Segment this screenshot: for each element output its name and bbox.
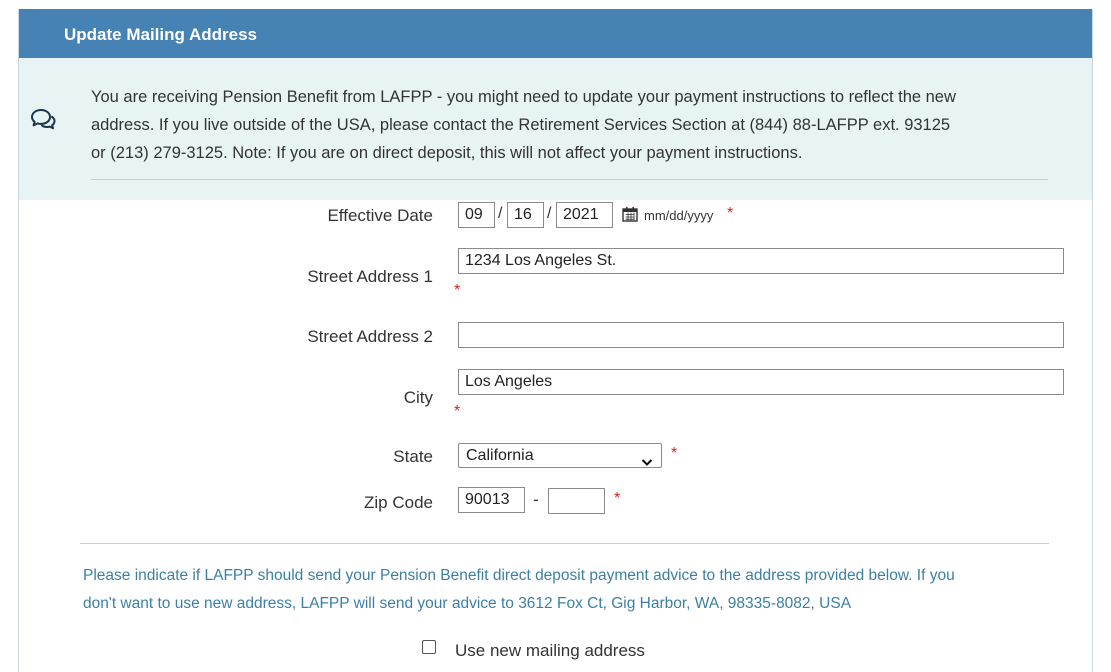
state-label: State [393,447,433,466]
required-marker: * [727,205,734,222]
date-separator: / [498,205,503,222]
effective-date-month-input[interactable]: 09 [458,202,495,228]
zip-extension-input[interactable] [548,488,605,514]
effective-date-day-input[interactable]: 16 [507,202,544,228]
date-separator: / [547,205,552,222]
notice-text: You are receiving Pension Benefit from L… [91,83,1051,167]
state-selected-value: California [466,447,534,464]
street-address-1-input[interactable]: 1234 Los Angeles St. [458,248,1064,274]
advice-line: don't want to use new address, LAFPP wil… [83,595,852,612]
comments-icon [30,108,56,130]
zip-code-input[interactable]: 90013 [458,487,525,513]
use-new-address-checkbox[interactable] [422,640,436,654]
required-marker: * [614,490,621,507]
city-input[interactable]: Los Angeles [458,369,1064,395]
street-address-1-label: Street Address 1 [307,267,433,286]
panel-title: Update Mailing Address [19,9,1092,58]
required-marker: * [454,282,461,299]
advice-line: Please indicate if LAFPP should send you… [83,567,955,584]
calendar-icon[interactable] [622,206,638,222]
state-select[interactable]: California [458,443,662,468]
required-marker: * [671,445,678,462]
city-label: City [403,388,433,407]
street-address-2-input[interactable] [458,322,1064,348]
effective-date-year-input[interactable]: 2021 [556,202,613,228]
notice-line: or (213) 279-3125. Note: If you are on d… [91,144,803,162]
section-divider [80,543,1049,544]
required-marker: * [454,403,461,420]
zip-code-label: Zip Code [364,493,433,512]
use-new-address-label[interactable]: Use new mailing address [455,641,645,661]
notice-divider [91,179,1048,180]
effective-date-label: Effective Date [327,206,433,225]
zip-separator: - [533,490,539,509]
notice-line: address. If you live outside of the USA,… [91,116,951,134]
notice-line: You are receiving Pension Benefit from L… [91,88,956,106]
advice-text: Please indicate if LAFPP should send you… [83,562,1043,618]
chevron-down-icon [641,451,653,466]
street-address-2-label: Street Address 2 [307,327,433,346]
date-format-hint: mm/dd/yyyy [644,208,714,223]
